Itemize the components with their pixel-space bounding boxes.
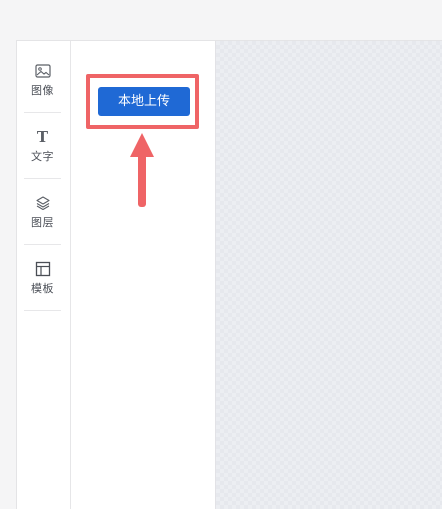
toolbar-item-label: 图层 [31,216,54,229]
toolbar-item-label: 模板 [31,282,54,295]
toolbar-item-label: 图像 [31,84,54,97]
editor-window: 图像 T 文字 图层 模板 本地上传 [16,40,442,509]
toolbar-item-image[interactable]: 图像 [24,47,61,113]
toolbar-item-label: 文字 [31,150,54,163]
arrow-up-icon [130,133,154,207]
canvas-area[interactable] [215,41,442,509]
side-panel: 本地上传 [71,41,215,509]
template-icon [34,260,52,278]
layers-icon [34,194,52,212]
toolbar-item-text[interactable]: T 文字 [24,113,61,179]
toolbar-item-layers[interactable]: 图层 [24,179,61,245]
left-toolbar: 图像 T 文字 图层 模板 [17,41,71,509]
local-upload-button[interactable]: 本地上传 [98,87,190,116]
highlight-annotation: 本地上传 [86,74,199,129]
text-icon: T [36,127,49,146]
toolbar-item-template[interactable]: 模板 [24,245,61,311]
image-icon [34,62,52,80]
